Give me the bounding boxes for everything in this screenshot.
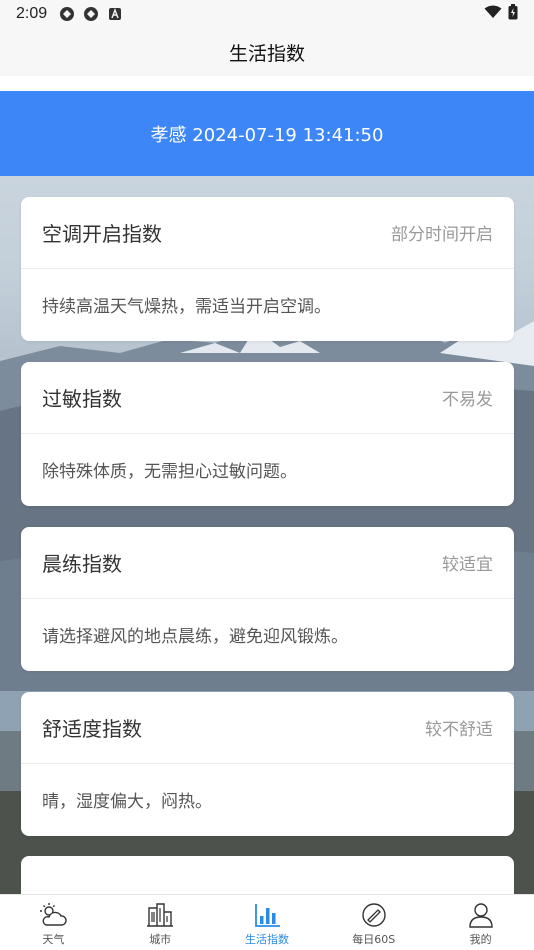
page-title: 生活指数 (228, 42, 305, 65)
card-description: 晴，湿度偏大，闷热。 (42, 792, 212, 812)
card-description: 持续高温天气燥热，需适当开启空调。 (42, 297, 331, 317)
card-level: 不易发 (442, 390, 493, 410)
index-card-comfort[interactable]: 舒适度指数 较不舒适 晴，湿度偏大，闷热。 (21, 692, 514, 836)
battery-icon (508, 4, 518, 24)
tab-label: 城市 (149, 933, 172, 946)
status-bar: 2:09 (0, 0, 534, 28)
font-notification-icon (107, 6, 123, 22)
location-banner: 孝感 2024-07-19 13:41:50 (0, 91, 534, 176)
card-level: 较适宜 (442, 555, 493, 575)
card-description: 请选择避风的地点晨练，避免迎风锻炼。 (42, 627, 348, 647)
card-header: 空调开启指数 部分时间开启 (21, 197, 514, 269)
tab-daily-60s[interactable]: 每日60S (320, 895, 427, 950)
app-notification-icon (59, 6, 75, 22)
title-bar: 生活指数 (0, 28, 534, 76)
cloud-sun-icon (38, 901, 68, 929)
status-time: 2:09 (16, 5, 48, 22)
bottom-tab-bar: 天气 城市 生活指数 每日60S 我的 (0, 894, 534, 950)
city-icon (145, 901, 175, 929)
tab-city[interactable]: 城市 (107, 895, 214, 950)
card-header: 过敏指数 不易发 (21, 362, 514, 434)
index-card-air-conditioning[interactable]: 空调开启指数 部分时间开启 持续高温天气燥热，需适当开启空调。 (21, 197, 514, 341)
tab-life-index[interactable]: 生活指数 (214, 895, 321, 950)
wifi-icon (484, 5, 502, 23)
card-level: 部分时间开启 (391, 225, 493, 245)
index-card-next[interactable] (21, 856, 514, 894)
card-header: 晨练指数 较适宜 (21, 527, 514, 599)
tab-label: 生活指数 (244, 933, 289, 946)
location-datetime: 孝感 2024-07-19 13:41:50 (150, 124, 384, 146)
card-title: 舒适度指数 (42, 717, 142, 741)
bar-chart-icon (252, 901, 282, 929)
card-title: 晨练指数 (42, 552, 122, 576)
card-title: 空调开启指数 (42, 222, 162, 246)
app-notification-icon (83, 6, 99, 22)
card-level: 较不舒适 (425, 720, 493, 740)
card-header: 舒适度指数 较不舒适 (21, 692, 514, 764)
tab-label: 我的 (469, 933, 492, 946)
user-icon (466, 901, 496, 929)
card-title: 过敏指数 (42, 387, 122, 411)
index-card-morning-exercise[interactable]: 晨练指数 较适宜 请选择避风的地点晨练，避免迎风锻炼。 (21, 527, 514, 671)
index-card-allergy[interactable]: 过敏指数 不易发 除特殊体质，无需担心过敏问题。 (21, 362, 514, 506)
tab-label: 天气 (42, 933, 65, 946)
tab-weather[interactable]: 天气 (0, 895, 107, 950)
news-icon (359, 901, 389, 929)
card-description: 除特殊体质，无需担心过敏问题。 (42, 462, 297, 482)
tab-label: 每日60S (352, 933, 396, 946)
tab-mine[interactable]: 我的 (427, 895, 534, 950)
